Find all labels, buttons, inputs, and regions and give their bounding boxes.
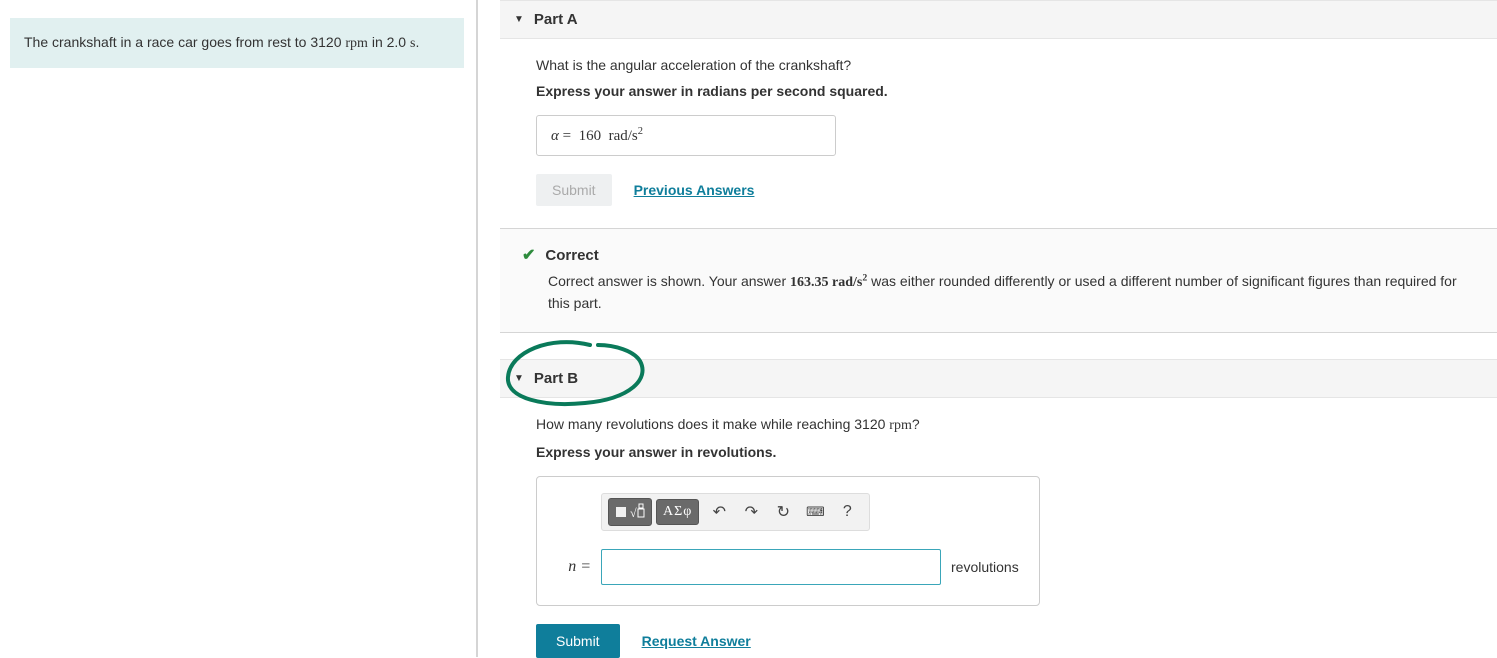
- part-b-instruction: Express your answer in revolutions.: [536, 444, 1497, 460]
- rpm-unit: rpm: [345, 36, 368, 51]
- check-icon: ✔: [522, 245, 535, 265]
- problem-text: The crankshaft in a race car goes from r…: [24, 34, 345, 50]
- templates-button[interactable]: √: [608, 498, 652, 526]
- answer-input[interactable]: [601, 549, 941, 585]
- answer-entry-box: √ ΑΣφ ↶ ↷ ↻ ⌨ ? n = revolutions: [536, 476, 1040, 606]
- part-a-header[interactable]: ▼ Part A: [500, 0, 1497, 39]
- unit-exp: 2: [638, 126, 643, 137]
- part-b-question: How many revolutions does it make while …: [536, 416, 1497, 434]
- part-b-header[interactable]: ▼ Part B: [500, 359, 1497, 398]
- submit-button[interactable]: Submit: [536, 624, 620, 658]
- feedback-box: ✔ Correct Correct answer is shown. Your …: [500, 228, 1497, 333]
- previous-answers-link[interactable]: Previous Answers: [634, 182, 755, 198]
- undo-button[interactable]: ↶: [703, 498, 735, 526]
- eq-sign: =: [563, 128, 571, 144]
- problem-text-suffix: .: [415, 34, 419, 50]
- part-a-label: Part A: [534, 11, 578, 28]
- reset-button[interactable]: ↻: [767, 498, 799, 526]
- problem-text-mid: in 2.0: [368, 34, 410, 50]
- feedback-text: Correct answer is shown. Your answer 163…: [522, 271, 1479, 314]
- collapse-icon: ▼: [514, 14, 524, 25]
- request-answer-link[interactable]: Request Answer: [642, 633, 751, 649]
- units-label: revolutions: [951, 559, 1019, 575]
- problem-statement: The crankshaft in a race car goes from r…: [10, 18, 464, 68]
- part-b-label: Part B: [534, 370, 578, 387]
- redo-button[interactable]: ↷: [735, 498, 767, 526]
- submit-button-disabled: Submit: [536, 174, 612, 206]
- greek-button[interactable]: ΑΣφ: [656, 499, 699, 525]
- svg-text:√: √: [630, 506, 637, 520]
- alpha-var: α: [551, 128, 559, 144]
- part-a-question: What is the angular acceleration of the …: [536, 57, 1497, 73]
- equation-toolbar: √ ΑΣφ ↶ ↷ ↻ ⌨ ?: [601, 493, 870, 531]
- n-var-label: n =: [557, 558, 591, 576]
- correct-label: Correct: [545, 247, 598, 264]
- unit-rad: rad: [609, 128, 628, 144]
- collapse-icon: ▼: [514, 373, 524, 384]
- template-icon: √: [615, 503, 645, 521]
- part-a-instruction: Express your answer in radians per secon…: [536, 83, 1497, 99]
- answer-value: 160: [579, 128, 602, 144]
- keyboard-button[interactable]: ⌨: [799, 498, 831, 526]
- help-button[interactable]: ?: [831, 498, 863, 526]
- part-a-answer-display: α = 160 rad/s2: [536, 115, 836, 156]
